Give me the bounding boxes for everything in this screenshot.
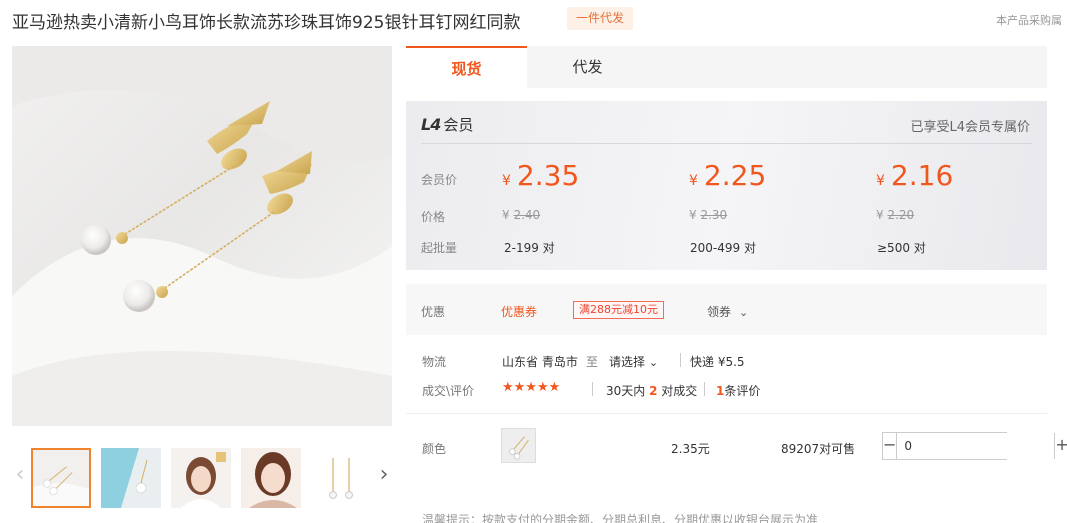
get-coupon-button[interactable]: 领券 ⌄ (707, 303, 748, 320)
member-level-icon: L4 (421, 115, 441, 134)
rating-stars-icon: ★★★★★ (502, 380, 561, 395)
section-divider (406, 413, 1047, 414)
thumbnail-4[interactable] (241, 448, 301, 508)
thumbnail-2[interactable] (101, 448, 161, 508)
model-closeup-thumb-image (241, 448, 301, 508)
member-divider (421, 143, 1032, 144)
tier-1-price: ¥2.35 (502, 159, 580, 192)
product-title: 亚马逊热卖小清新小鸟耳饰长款流苏珍珠耳饰925银针耳钉网红同款 (12, 13, 521, 33)
color-swatch[interactable] (501, 428, 536, 463)
quantity-input[interactable] (897, 433, 1055, 459)
get-coupon-label: 领券 (707, 305, 732, 319)
quantity-stepper: − + (882, 432, 1067, 460)
chevron-down-icon: ⌄ (739, 306, 749, 319)
member-price-label: 会员价 (421, 173, 458, 187)
sku-price: 2.35元 (671, 442, 710, 456)
thumbnail-3[interactable] (171, 448, 231, 508)
tier-3-quantity: ≥500 对 (877, 241, 926, 255)
thumbnail-5[interactable] (311, 448, 371, 508)
promotion-label: 优惠 (421, 305, 446, 319)
chevron-down-icon: ⌄ (648, 356, 659, 369)
promotion-row: 优惠 优惠券 满288元减10元 领券 ⌄ (406, 284, 1047, 335)
tier-1-quantity: 2-199 对 (504, 241, 555, 255)
tier-2-quantity: 200-499 对 (690, 241, 756, 255)
sales-count: 30天内 2 对成交 (606, 384, 698, 398)
member-benefit-text: 已享受L4会员专属价 (910, 120, 1030, 135)
earring-blue-thumb-image (101, 448, 161, 508)
original-price-label: 价格 (421, 210, 446, 224)
model-thumb-image (171, 448, 231, 508)
logistics-divider (680, 353, 681, 367)
earring-thumb-image (33, 450, 89, 506)
ship-to-word: 至 (586, 355, 599, 369)
ship-from: 山东省 青岛市 (502, 355, 578, 369)
color-label: 颜色 (422, 442, 447, 456)
member-level-label: 会员 (443, 116, 474, 134)
chevron-left-icon[interactable]: ‹ (12, 462, 28, 487)
shipping-fee: 快递 ¥5.5 (690, 355, 745, 369)
member-level: L4 会员 (421, 114, 473, 135)
coupon-type: 优惠券 (501, 305, 538, 319)
main-product-image[interactable] (12, 46, 392, 426)
member-price-panel: L4 会员 已享受L4会员专属价 会员价 价格 起批量 ¥2.35 ¥2.25 … (406, 101, 1047, 270)
stock-tabs: 现货 代发 (406, 46, 1047, 88)
tab-dropship[interactable]: 代发 (527, 46, 648, 88)
reviews-divider-1 (592, 382, 593, 396)
review-count-link[interactable]: 1条评价 (716, 382, 760, 399)
reviews-label: 成交\评价 (422, 384, 475, 398)
purchase-note: 本产品采购属 (996, 14, 1062, 27)
coupon-tag[interactable]: 满288元减10元 (573, 301, 664, 319)
earring-swatch-image (502, 429, 535, 462)
thumbnail-1[interactable] (31, 448, 91, 508)
payment-tip: 温馨提示：按款支付的分期金额、分期总利息、分期优惠以收银台展示为准 (422, 513, 819, 523)
logistics-label: 物流 (422, 355, 447, 369)
tier-2-original-price: ¥ 2.30 (689, 208, 728, 222)
reviews-divider-2 (704, 382, 705, 396)
tier-2-price: ¥2.25 (689, 159, 767, 192)
chevron-right-icon[interactable]: › (376, 462, 392, 487)
earring-pair-thumb-image (311, 448, 371, 508)
tier-1-original-price: ¥ 2.40 (502, 208, 541, 222)
thumbnail-strip: ‹ › (12, 446, 392, 510)
dropship-badge: 一件代发 (567, 7, 634, 30)
tab-in-stock[interactable]: 现货 (406, 46, 527, 88)
decrease-button[interactable]: − (883, 433, 898, 459)
moq-label: 起批量 (421, 241, 458, 255)
tier-3-original-price: ¥ 2.20 (876, 208, 915, 222)
tier-3-price: ¥2.16 (876, 159, 954, 192)
earring-photo (12, 46, 392, 426)
sku-stock: 89207对可售 (781, 442, 856, 456)
increase-button[interactable]: + (1054, 433, 1067, 459)
destination-value: 请选择 (609, 355, 646, 369)
destination-select[interactable]: 请选择 ⌄ (609, 353, 658, 370)
